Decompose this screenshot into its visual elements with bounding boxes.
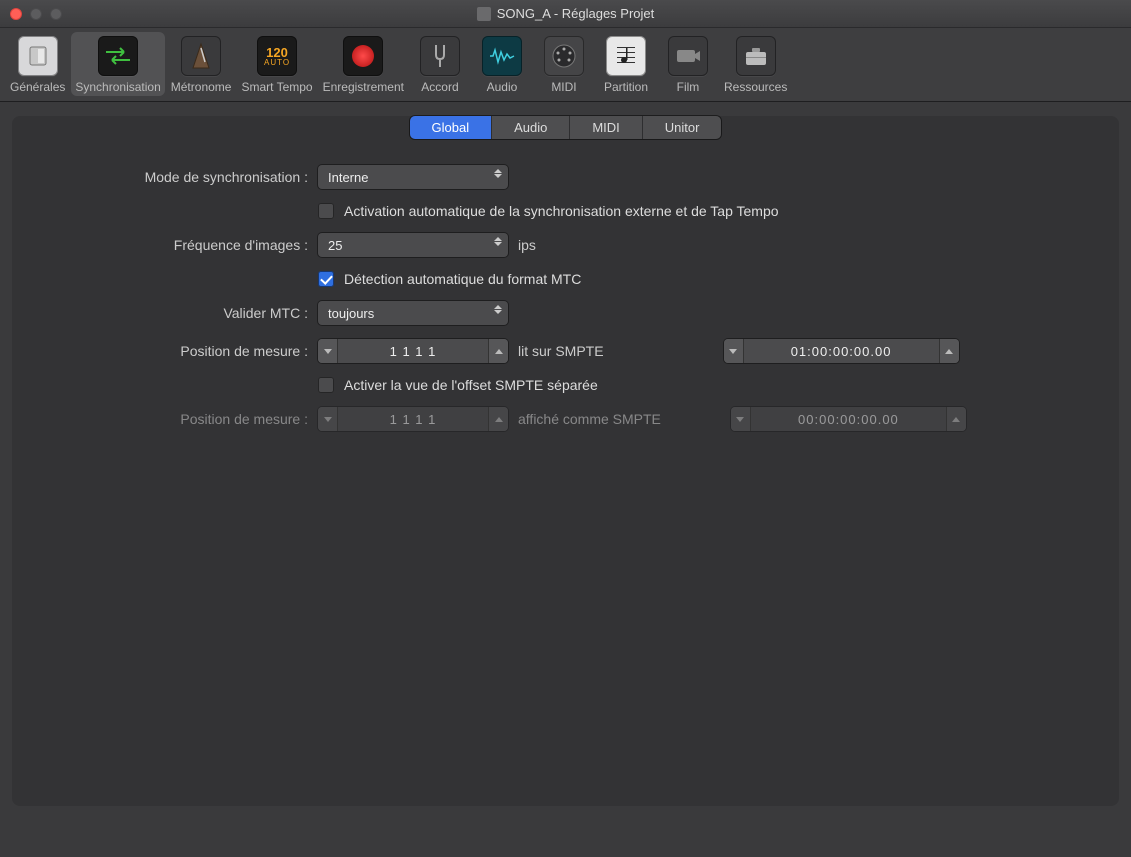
- smpte-2-stepper: 00:00:00:00.00: [731, 407, 966, 431]
- chevron-up-icon: [495, 417, 503, 422]
- chevron-up-icon: [952, 417, 960, 422]
- toolbar-label: Générales: [10, 80, 65, 94]
- toolbar-label: Film: [677, 80, 700, 94]
- label-frame-rate: Fréquence d'images :: [48, 237, 318, 253]
- document-proxy-icon: [477, 7, 491, 21]
- switch-icon: [27, 45, 49, 67]
- label-sync-mode: Mode de synchronisation :: [48, 169, 318, 185]
- stepper-increment: [946, 407, 966, 431]
- bar-position-2-stepper: 1 1 1 1: [318, 407, 508, 431]
- label-validate-mtc: Valider MTC :: [48, 305, 318, 321]
- stepper-increment[interactable]: [939, 339, 959, 363]
- chevron-down-icon: [324, 349, 332, 354]
- smpte-1-value[interactable]: 01:00:00:00.00: [744, 339, 939, 363]
- chevron-updown-icon: [494, 169, 502, 178]
- toolbar-label: Accord: [421, 80, 458, 94]
- chevron-down-icon: [736, 417, 744, 422]
- chevron-up-icon: [945, 349, 953, 354]
- tab-audio[interactable]: Audio: [492, 116, 570, 139]
- sync-mode-value: Interne: [328, 170, 368, 185]
- auto-mtc-label: Détection automatique du format MTC: [344, 271, 581, 287]
- toolbar-item-metronome[interactable]: Métronome: [167, 32, 236, 96]
- separate-offset-label: Activer la vue de l'offset SMPTE séparée: [344, 377, 598, 393]
- smpte-2-value: 00:00:00:00.00: [751, 407, 946, 431]
- audio-wave-icon: [488, 47, 516, 65]
- toolbar-item-audio[interactable]: Audio: [472, 32, 532, 96]
- midi-icon: [551, 43, 577, 69]
- label-bar-position-2: Position de mesure :: [48, 411, 318, 427]
- validate-mtc-popup[interactable]: toujours: [318, 301, 508, 325]
- sync-tabs: Global Audio MIDI Unitor: [410, 116, 722, 139]
- toolbar-item-film[interactable]: Film: [658, 32, 718, 96]
- briefcase-icon: [743, 45, 769, 67]
- sync-mode-popup[interactable]: Interne: [318, 165, 508, 189]
- toolbar-item-score[interactable]: Partition: [596, 32, 656, 96]
- sync-arrows-icon: [104, 46, 132, 66]
- toolbar-label: MIDI: [551, 80, 576, 94]
- validate-mtc-value: toujours: [328, 306, 374, 321]
- tab-global[interactable]: Global: [410, 116, 493, 139]
- film-icon: [675, 46, 701, 66]
- toolbar: Générales Synchronisation Métronome 120 …: [0, 28, 1131, 102]
- frame-rate-popup[interactable]: 25: [318, 233, 508, 257]
- frame-rate-value: 25: [328, 238, 342, 253]
- chevron-down-icon: [324, 417, 332, 422]
- toolbar-label: Smart Tempo: [241, 80, 312, 94]
- tab-midi[interactable]: MIDI: [570, 116, 642, 139]
- titlebar: SONG_A - Réglages Projet: [0, 0, 1131, 28]
- chevron-up-icon: [495, 349, 503, 354]
- chevron-updown-icon: [494, 237, 502, 246]
- auto-ext-sync-checkbox[interactable]: [318, 203, 334, 219]
- smart-tempo-icon: 120 AUTO: [264, 46, 290, 67]
- smpte-1-stepper[interactable]: 01:00:00:00.00: [724, 339, 959, 363]
- bar-position-1-value[interactable]: 1 1 1 1: [338, 339, 488, 363]
- window-title: SONG_A - Réglages Projet: [497, 6, 655, 21]
- label-bar-position-1: Position de mesure :: [48, 343, 318, 359]
- toolbar-label: Ressources: [724, 80, 787, 94]
- stepper-increment[interactable]: [488, 339, 508, 363]
- frame-rate-unit: ips: [518, 237, 536, 253]
- toolbar-label: Audio: [487, 80, 518, 94]
- toolbar-item-tuning[interactable]: Accord: [410, 32, 470, 96]
- chevron-updown-icon: [494, 305, 502, 314]
- window-close-button[interactable]: [10, 8, 22, 20]
- displayed-smpte-label: affiché comme SMPTE: [518, 411, 661, 427]
- separate-offset-checkbox[interactable]: [318, 377, 334, 393]
- toolbar-label: Métronome: [171, 80, 232, 94]
- window-zoom-button[interactable]: [50, 8, 62, 20]
- settings-panel: Global Audio MIDI Unitor Mode de synchro…: [12, 116, 1119, 806]
- stepper-decrement: [731, 407, 751, 431]
- toolbar-label: Partition: [604, 80, 648, 94]
- auto-mtc-checkbox[interactable]: [318, 271, 334, 287]
- stepper-decrement: [318, 407, 338, 431]
- record-icon: [352, 45, 374, 67]
- stepper-decrement[interactable]: [318, 339, 338, 363]
- reads-smpte-label: lit sur SMPTE: [518, 343, 604, 359]
- tuning-fork-icon: [428, 43, 452, 69]
- stepper-increment: [488, 407, 508, 431]
- tab-unitor[interactable]: Unitor: [643, 116, 722, 139]
- toolbar-item-assets[interactable]: Ressources: [720, 32, 791, 96]
- stepper-decrement[interactable]: [724, 339, 744, 363]
- toolbar-label: Enregistrement: [323, 80, 404, 94]
- toolbar-item-general[interactable]: Générales: [6, 32, 69, 96]
- score-icon: [615, 44, 637, 68]
- toolbar-item-midi[interactable]: MIDI: [534, 32, 594, 96]
- bar-position-2-value: 1 1 1 1: [338, 407, 488, 431]
- bar-position-1-stepper[interactable]: 1 1 1 1: [318, 339, 508, 363]
- toolbar-item-sync[interactable]: Synchronisation: [71, 32, 164, 96]
- window-minimize-button[interactable]: [30, 8, 42, 20]
- auto-ext-sync-label: Activation automatique de la synchronisa…: [344, 203, 779, 219]
- toolbar-item-record[interactable]: Enregistrement: [319, 32, 408, 96]
- metronome-icon: [189, 42, 213, 70]
- chevron-down-icon: [729, 349, 737, 354]
- toolbar-label: Synchronisation: [75, 80, 160, 94]
- toolbar-item-smart-tempo[interactable]: 120 AUTO Smart Tempo: [237, 32, 316, 96]
